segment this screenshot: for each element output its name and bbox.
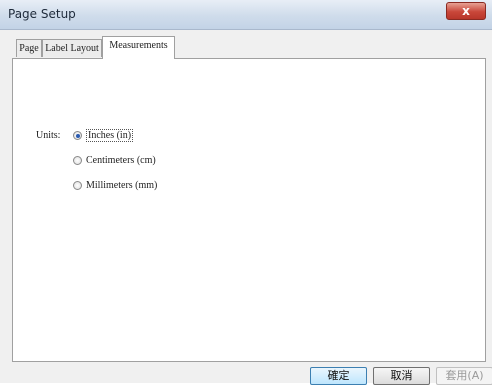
radio-inches-label[interactable]: Inches (in) xyxy=(86,129,134,142)
close-button[interactable]: x xyxy=(446,2,486,20)
tab-label-layout[interactable]: Label Layout xyxy=(42,39,102,57)
apply-button[interactable]: 套用(A) xyxy=(436,367,492,385)
tab-page[interactable]: Page xyxy=(16,39,42,57)
window-title: Page Setup xyxy=(8,7,76,21)
units-label: Units: xyxy=(36,130,61,141)
radio-millimeters-label[interactable]: Millimeters (mm) xyxy=(86,180,157,191)
cancel-button[interactable]: 取消 xyxy=(373,367,430,385)
radio-button-icon[interactable] xyxy=(73,181,82,190)
radio-centimeters-label[interactable]: Centimeters (cm) xyxy=(86,155,156,166)
measurements-panel: Units: Inches (in) Centimeters (cm) Mill… xyxy=(12,58,486,362)
tab-measurements[interactable]: Measurements xyxy=(102,36,175,59)
radio-button-icon[interactable] xyxy=(73,156,82,165)
close-icon: x xyxy=(462,4,470,18)
title-bar: Page Setup x xyxy=(0,0,492,30)
dialog-client-area: Page Label Layout Measurements Units: In… xyxy=(0,30,492,385)
radio-button-icon[interactable] xyxy=(73,131,82,140)
ok-button[interactable]: 確定 xyxy=(310,367,367,385)
